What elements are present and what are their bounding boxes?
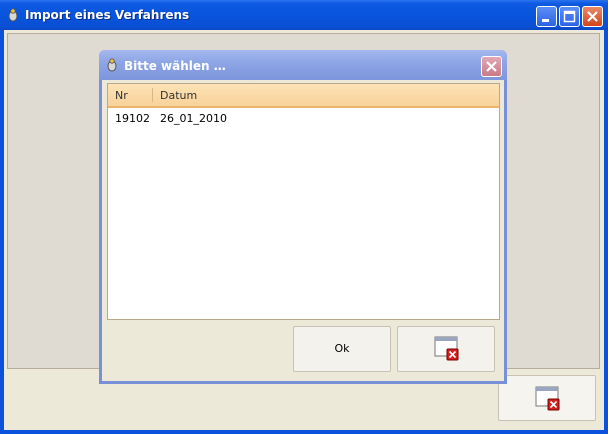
table-row[interactable]: 19102 26_01_2010 [108, 110, 499, 128]
cell-nr: 19102 [115, 112, 150, 125]
window-titlebar[interactable]: Import eines Verfahrens [0, 0, 608, 30]
column-header-nr[interactable]: Nr [115, 89, 128, 102]
close-icon [587, 11, 598, 22]
choose-dialog: Bitte wählen … Nr Datum 19102 26_01_2010… [99, 50, 507, 384]
main-cancel-button[interactable] [498, 375, 596, 421]
column-header-datum[interactable]: Datum [160, 89, 197, 102]
app-icon [107, 58, 117, 72]
window-title: Import eines Verfahrens [25, 8, 190, 22]
dialog-cancel-button[interactable] [397, 326, 495, 372]
table-header: Nr Datum [108, 84, 499, 108]
window-cancel-icon [434, 336, 459, 361]
minimize-button[interactable] [536, 6, 557, 27]
selection-table[interactable]: Nr Datum 19102 26_01_2010 [107, 83, 500, 320]
dialog-body: Nr Datum 19102 26_01_2010 Ok [102, 80, 504, 381]
maximize-button[interactable] [559, 6, 580, 27]
minimize-icon [542, 19, 549, 22]
maximize-icon [563, 10, 576, 23]
close-icon [486, 61, 497, 72]
app-icon [8, 8, 18, 22]
close-button[interactable] [582, 6, 603, 27]
window-cancel-icon [535, 386, 560, 411]
cell-datum: 26_01_2010 [160, 112, 227, 125]
ok-button[interactable]: Ok [293, 326, 391, 372]
dialog-close-button[interactable] [481, 56, 502, 77]
ok-button-label: Ok [334, 342, 350, 355]
dialog-title: Bitte wählen … [124, 59, 226, 73]
column-divider[interactable] [152, 88, 153, 102]
dialog-titlebar[interactable]: Bitte wählen … [99, 50, 507, 80]
